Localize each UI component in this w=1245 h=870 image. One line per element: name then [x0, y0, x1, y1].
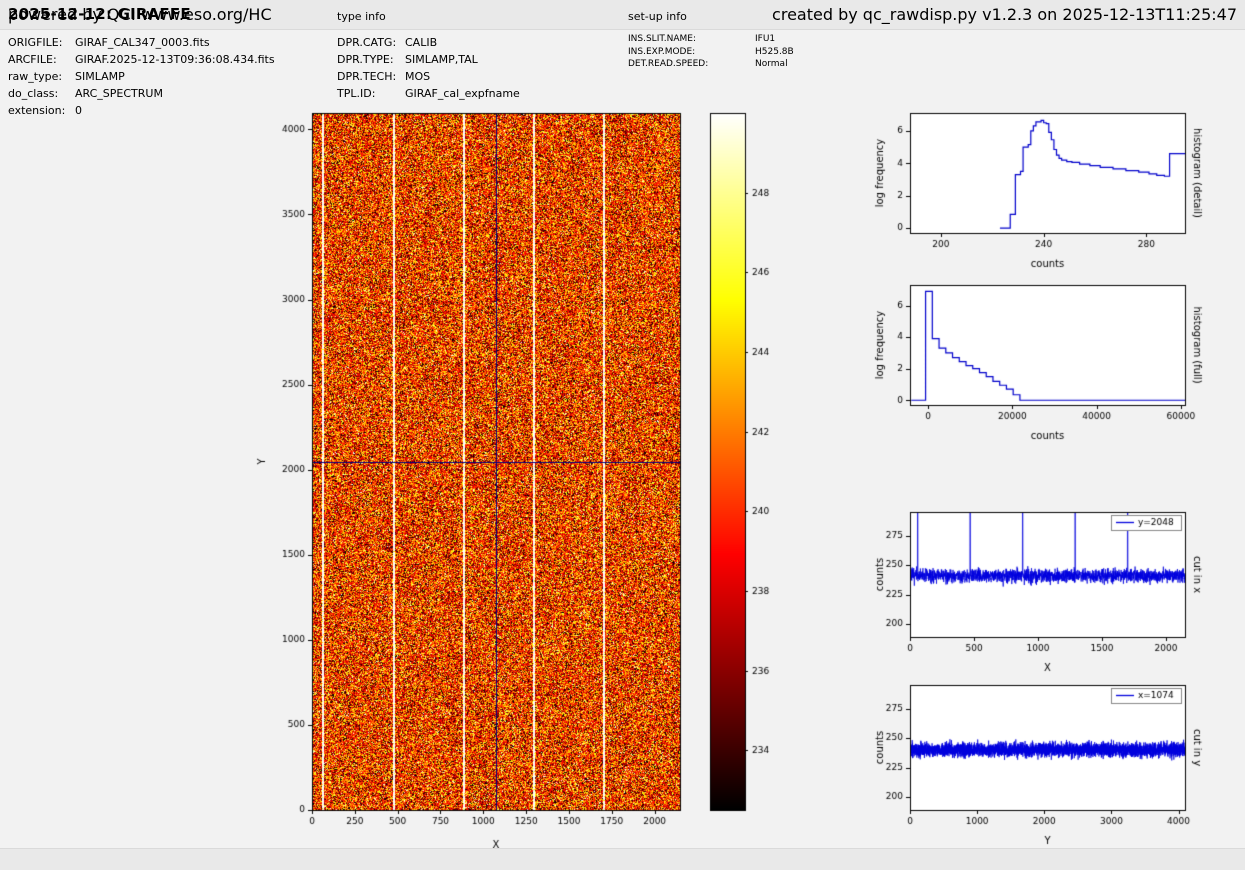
- type-info-row: DPR.CATG:CALIB: [337, 34, 520, 51]
- info-value: CALIB: [405, 36, 437, 49]
- info-label: ORIGFILE:: [8, 34, 75, 51]
- info-value: 0: [75, 104, 82, 117]
- setup-info-row: INS.SLIT.NAME:IFU1: [628, 33, 794, 46]
- footer-right-text: created by qc_rawdisp.py v1.2.3 on 2025-…: [772, 5, 1237, 24]
- file-info-row: ARCFILE:GIRAF.2025-12-13T09:36:08.434.fi…: [8, 51, 275, 68]
- file-info-row: do_class:ARC_SPECTRUM: [8, 85, 275, 102]
- raw-image-plot: [250, 100, 750, 855]
- info-value: GIRAF_CAL347_0003.fits: [75, 36, 210, 49]
- info-label: extension:: [8, 102, 75, 119]
- type-info-heading: type info: [337, 10, 386, 23]
- info-value: GIRAF.2025-12-13T09:36:08.434.fits: [75, 53, 275, 66]
- info-label: raw_type:: [8, 68, 75, 85]
- info-value: ARC_SPECTRUM: [75, 87, 163, 100]
- setup-info-heading: set-up info: [628, 10, 687, 23]
- info-label: DET.READ.SPEED:: [628, 58, 755, 71]
- type-info-block: DPR.CATG:CALIB DPR.TYPE:SIMLAMP,TAL DPR.…: [337, 34, 520, 102]
- cut-in-y-plot: [850, 672, 1245, 857]
- info-label: DPR.CATG:: [337, 34, 405, 51]
- histogram-detail-plot: [850, 100, 1245, 275]
- footer-bar: [0, 848, 1245, 870]
- info-label: do_class:: [8, 85, 75, 102]
- type-info-row: DPR.TYPE:SIMLAMP,TAL: [337, 51, 520, 68]
- info-value: Normal: [755, 59, 788, 69]
- type-info-row: DPR.TECH:MOS: [337, 68, 520, 85]
- info-label: INS.SLIT.NAME:: [628, 33, 755, 46]
- info-label: ARCFILE:: [8, 51, 75, 68]
- info-label: DPR.TECH:: [337, 68, 405, 85]
- setup-info-block: INS.SLIT.NAME:IFU1 INS.EXP.MODE:H525.8B …: [628, 33, 794, 71]
- colorbar: [700, 100, 800, 855]
- info-label: DPR.TYPE:: [337, 51, 405, 68]
- cut-in-x-plot: [850, 499, 1245, 684]
- footer-left-text: powered by QC: www.eso.org/HC: [8, 5, 272, 24]
- histogram-full-plot: [850, 272, 1245, 447]
- file-info-row: raw_type:SIMLAMP: [8, 68, 275, 85]
- info-value: SIMLAMP: [75, 70, 125, 83]
- setup-info-row: DET.READ.SPEED:Normal: [628, 58, 794, 71]
- info-value: IFU1: [755, 34, 775, 44]
- file-info-row: extension:0: [8, 102, 275, 119]
- info-value: MOS: [405, 70, 430, 83]
- file-info-row: ORIGFILE:GIRAF_CAL347_0003.fits: [8, 34, 275, 51]
- file-info-block: ORIGFILE:GIRAF_CAL347_0003.fits ARCFILE:…: [8, 34, 275, 119]
- info-value: H525.8B: [755, 47, 794, 57]
- info-label: INS.EXP.MODE:: [628, 46, 755, 59]
- info-value: GIRAF_cal_expfname: [405, 87, 520, 100]
- info-value: SIMLAMP,TAL: [405, 53, 478, 66]
- qc-report-page: 2025-12-12: GIRAFFE type info set-up inf…: [0, 0, 1245, 870]
- setup-info-row: INS.EXP.MODE:H525.8B: [628, 46, 794, 59]
